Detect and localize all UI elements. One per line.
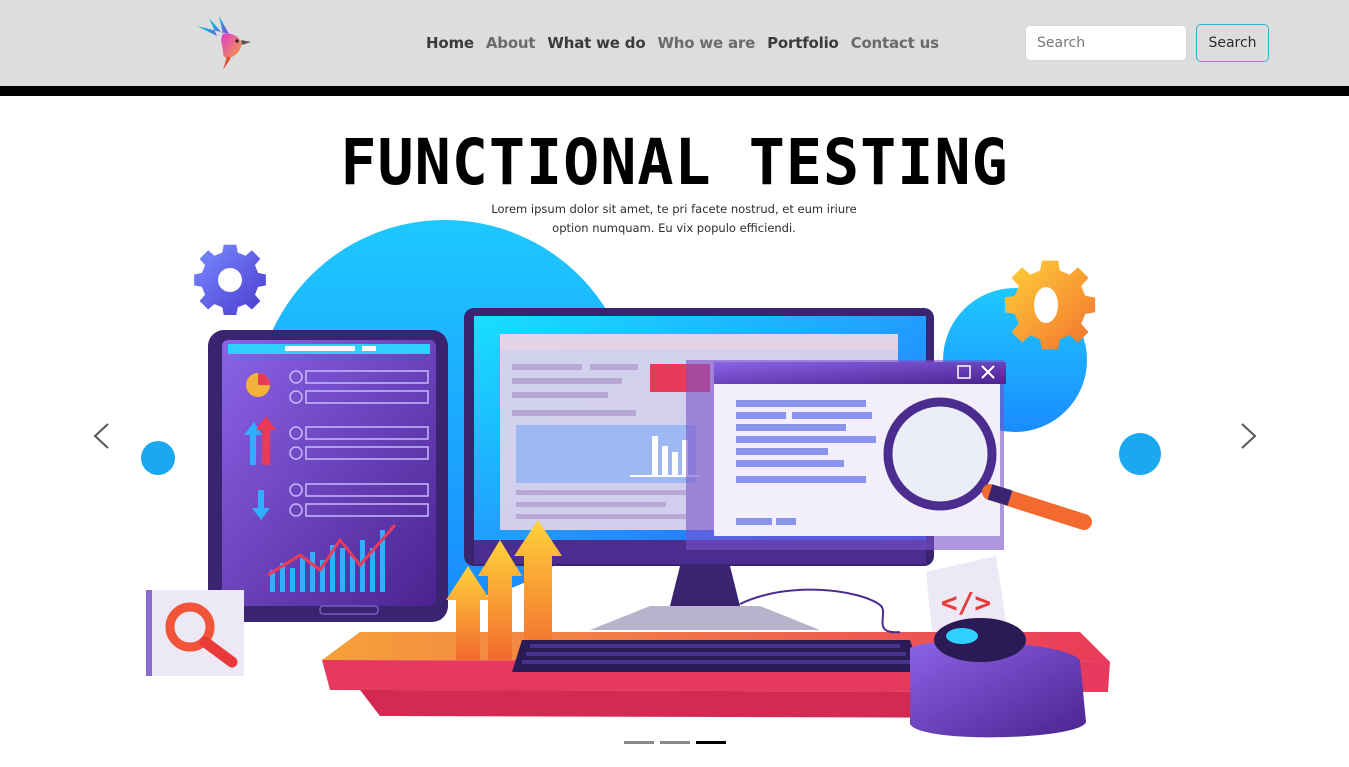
carousel-indicator-3[interactable] (696, 741, 726, 744)
chevron-right-icon (1241, 423, 1257, 449)
hero-carousel: FUNCTIONAL TESTING Lorem ipsum dolor sit… (0, 96, 1349, 767)
navbar: Home About What we do Who we are Portfol… (0, 0, 1349, 86)
carousel-indicator-2[interactable] (660, 741, 690, 744)
gear-icon (194, 244, 266, 315)
carousel-indicators (624, 741, 726, 744)
search-button[interactable]: Search (1196, 24, 1269, 62)
functional-testing-illustration: </> (141, 220, 1161, 738)
carousel-slide: FUNCTIONAL TESTING Lorem ipsum dolor sit… (0, 96, 1349, 767)
hummingbird-logo-icon[interactable] (193, 12, 255, 72)
keyboard (512, 640, 920, 672)
carousel-prev-button[interactable] (82, 416, 122, 456)
chevron-left-icon (93, 423, 109, 449)
nav-link-about[interactable]: About (486, 34, 536, 52)
search-card (146, 590, 244, 676)
nav-link-portfolio[interactable]: Portfolio (767, 34, 839, 52)
search-input[interactable] (1025, 25, 1187, 61)
nav-link-who-we-are[interactable]: Who we are (657, 34, 755, 52)
nav-link-contact-us[interactable]: Contact us (851, 34, 939, 52)
gear-icon (1004, 260, 1096, 350)
navbar-bottom-border (0, 86, 1349, 96)
tablet-dashboard (208, 330, 448, 622)
main-nav: Home About What we do Who we are Portfol… (426, 34, 951, 52)
nav-link-what-we-do[interactable]: What we do (547, 34, 645, 52)
carousel-indicator-1[interactable] (624, 741, 654, 744)
svg-text:</>: </> (941, 586, 992, 619)
carousel-next-button[interactable] (1228, 416, 1268, 456)
decor-dot-left (141, 441, 175, 475)
decor-dot-right (1119, 433, 1161, 475)
nav-link-home[interactable]: Home (426, 34, 474, 52)
